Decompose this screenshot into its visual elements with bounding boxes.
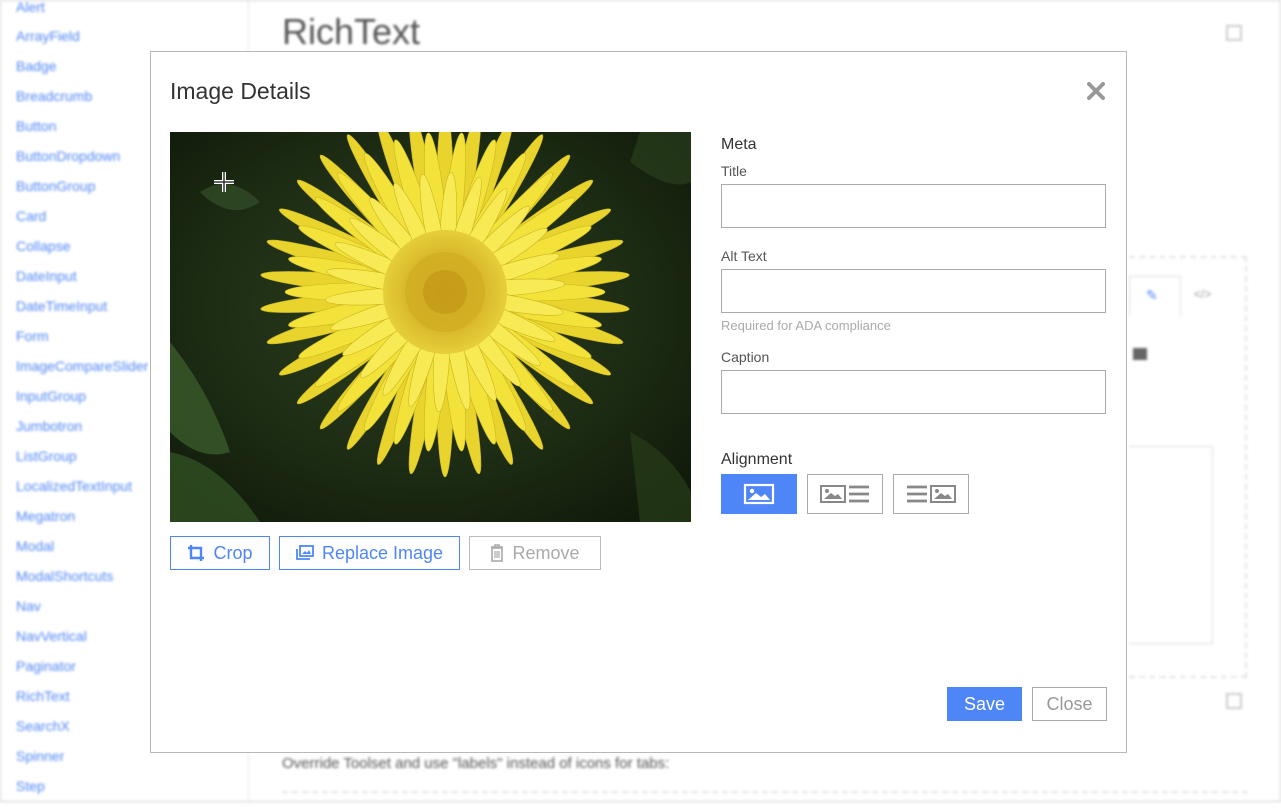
sidebar-item[interactable]: RichText xyxy=(16,688,70,704)
sidebar-item[interactable]: ArrayField xyxy=(16,28,80,44)
meta-heading: Meta xyxy=(721,136,757,153)
remove-button-label: Remove xyxy=(512,542,580,563)
save-button[interactable]: Save xyxy=(947,687,1022,721)
sidebar-item[interactable]: Step xyxy=(16,778,45,794)
sidebar-item[interactable]: ButtonDropdown xyxy=(16,148,120,164)
toolbar-icon xyxy=(1133,348,1147,360)
title-input[interactable] xyxy=(721,184,1106,228)
editor-container xyxy=(282,791,1248,811)
code-icon[interactable]: </> xyxy=(1194,287,1211,301)
alt-text-input[interactable] xyxy=(721,269,1106,313)
crop-button-label: Crop xyxy=(213,542,253,563)
sidebar-item[interactable]: ListGroup xyxy=(16,448,77,464)
pencil-icon[interactable]: ✎ xyxy=(1146,287,1160,303)
sidebar-item[interactable]: ButtonGroup xyxy=(16,178,95,194)
align-right-button[interactable] xyxy=(893,474,969,514)
crop-icon xyxy=(188,545,205,561)
trash-icon xyxy=(491,544,504,562)
sidebar-item[interactable]: Button xyxy=(16,118,56,134)
sidebar-item[interactable]: Alert xyxy=(16,0,45,15)
sidebar-item[interactable]: Badge xyxy=(16,58,56,74)
sidebar-item[interactable]: Form xyxy=(16,328,49,344)
alignment-heading: Alignment xyxy=(721,451,793,468)
sidebar-item[interactable]: Paginator xyxy=(16,658,76,674)
images-icon xyxy=(296,545,314,560)
sidebar-item[interactable]: LocalizedTextInput xyxy=(16,478,132,494)
page-title: RichText xyxy=(282,11,421,52)
remove-button[interactable]: Remove xyxy=(469,536,601,570)
fullscreen-icon[interactable] xyxy=(1226,693,1242,709)
sidebar-item[interactable]: Card xyxy=(16,208,46,224)
image-left-text-icon xyxy=(820,485,869,503)
section-description: Override Toolset and use "labels" instea… xyxy=(282,755,670,772)
crop-button[interactable]: Crop xyxy=(170,536,270,570)
sidebar-item[interactable]: ImageCompareSlider xyxy=(16,358,148,374)
caption-input[interactable] xyxy=(721,370,1106,414)
sidebar-item[interactable]: NavVertical xyxy=(16,628,87,644)
title-label: Title xyxy=(721,163,747,179)
sidebar-item[interactable]: DateTimeInput xyxy=(16,298,107,314)
caption-label: Caption xyxy=(721,349,770,365)
close-button[interactable]: Close xyxy=(1032,687,1107,721)
sidebar-item[interactable]: Spinner xyxy=(16,748,64,764)
sidebar-item[interactable]: ModalShortcuts xyxy=(16,568,113,584)
sidebar-item[interactable]: InputGroup xyxy=(16,388,86,404)
editor-textarea[interactable] xyxy=(1129,446,1213,644)
sidebar-item[interactable]: Jumbotron xyxy=(16,418,82,434)
fullscreen-icon[interactable] xyxy=(1226,25,1242,41)
sidebar-item[interactable]: Megatron xyxy=(16,508,75,524)
sidebar-item[interactable]: Modal xyxy=(16,538,54,554)
replace-image-button-label: Replace Image xyxy=(321,542,444,563)
align-center-button[interactable] xyxy=(721,474,797,514)
image-preview[interactable] xyxy=(170,132,691,522)
move-cursor-icon xyxy=(214,172,234,192)
alt-text-help: Required for ADA compliance xyxy=(721,318,891,333)
image-details-modal: Image Details Crop Replace Image Remove … xyxy=(150,51,1127,753)
flower-image xyxy=(170,132,691,522)
close-icon[interactable] xyxy=(1085,80,1107,102)
alt-text-label: Alt Text xyxy=(721,248,767,264)
image-icon xyxy=(743,483,775,505)
sidebar-item[interactable]: SearchX xyxy=(16,718,70,734)
align-left-button[interactable] xyxy=(807,474,883,514)
modal-title: Image Details xyxy=(170,78,311,104)
replace-image-button[interactable]: Replace Image xyxy=(279,536,460,570)
text-image-right-icon xyxy=(907,485,956,503)
sidebar-item[interactable]: DateInput xyxy=(16,268,77,284)
sidebar-item[interactable]: Collapse xyxy=(16,238,70,254)
sidebar-item[interactable]: Breadcrumb xyxy=(16,88,92,104)
sidebar-item[interactable]: Nav xyxy=(16,598,41,614)
